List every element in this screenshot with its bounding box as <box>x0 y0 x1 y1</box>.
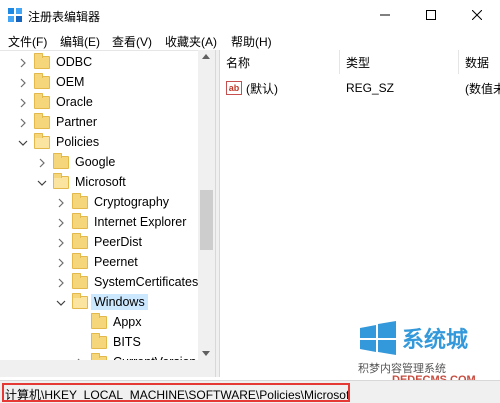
regedit-app-icon <box>8 8 22 22</box>
tree-vertical-scrollbar[interactable] <box>198 50 215 360</box>
value-row-name[interactable]: ab (默认) <box>226 78 336 98</box>
close-button[interactable] <box>454 0 500 30</box>
key-path-highlight: 计算机\HKEY_LOCAL_MACHINE\SOFTWARE\Policies… <box>2 383 350 402</box>
folder-icon <box>34 132 50 149</box>
chevron-right-icon[interactable] <box>56 257 66 268</box>
value-name: (默认) <box>246 81 278 96</box>
tree-item-label: Microsoft <box>75 175 126 189</box>
windows-logo-icon <box>360 321 396 355</box>
tree-item-label: OEM <box>56 75 85 89</box>
folder-icon <box>72 192 88 209</box>
folder-icon <box>53 152 69 169</box>
tree-item-label: SystemCertificates <box>94 275 199 289</box>
folder-icon <box>91 332 107 349</box>
tree-item[interactable]: ODBC <box>18 52 92 72</box>
chevron-right-icon[interactable] <box>56 277 66 288</box>
tree-item[interactable]: Microsoft <box>37 172 126 192</box>
registry-tree[interactable]: ODBC OEM Oracle Partner Policies Google Micros… <box>0 50 215 377</box>
tree-item[interactable]: Windows <box>56 292 148 312</box>
menu-edit[interactable]: 编辑(E) <box>60 33 100 50</box>
column-header-data[interactable]: 数据 <box>459 50 500 74</box>
tree-item[interactable]: Cryptography <box>56 192 169 212</box>
folder-icon <box>34 112 50 129</box>
folder-icon <box>72 272 88 289</box>
chevron-down-icon[interactable] <box>56 297 66 307</box>
watermark-logo: 系统城 积梦内容管理系统 DEDECMS.COM <box>352 300 500 390</box>
chevron-right-icon[interactable] <box>18 117 28 128</box>
scroll-down-icon[interactable] <box>202 351 210 356</box>
tree-item[interactable]: BITS <box>75 332 141 352</box>
menu-bar: 文件(F) 编辑(E) 查看(V) 收藏夹(A) 帮助(H) <box>0 30 500 50</box>
tree-item-label: Peernet <box>94 255 138 269</box>
value-type: REG_SZ <box>346 81 395 95</box>
folder-icon <box>72 252 88 269</box>
tree-horizontal-scrollbar[interactable] <box>0 360 215 377</box>
chevron-right-icon[interactable] <box>56 217 66 228</box>
tree-item-label: Partner <box>56 115 97 129</box>
chevron-right-icon[interactable] <box>37 157 47 168</box>
folder-icon <box>34 92 50 109</box>
string-value-icon: ab <box>226 81 242 95</box>
value-row-type: REG_SZ <box>346 78 456 98</box>
chevron-right-icon[interactable] <box>18 57 28 68</box>
folder-icon <box>72 292 88 309</box>
chevron-down-icon[interactable] <box>18 137 28 147</box>
column-header-type[interactable]: 类型 <box>340 50 459 74</box>
folder-icon <box>34 52 50 69</box>
tree-item[interactable]: Appx <box>75 312 142 332</box>
tree-item-label: Policies <box>56 135 100 149</box>
menu-favorites[interactable]: 收藏夹(A) <box>165 33 217 50</box>
tree-item[interactable]: SystemCertificates <box>56 272 198 292</box>
menu-view[interactable]: 查看(V) <box>112 33 152 50</box>
scroll-thumb[interactable] <box>200 190 213 250</box>
chevron-right-icon[interactable] <box>18 77 28 88</box>
tree-item[interactable]: OEM <box>18 72 84 92</box>
maximize-icon <box>426 10 436 20</box>
tree-item-label: Internet Explorer <box>94 215 187 229</box>
folder-icon <box>72 212 88 229</box>
menu-file[interactable]: 文件(F) <box>8 33 47 50</box>
tree-item[interactable]: PeerDist <box>56 232 142 252</box>
chevron-right-icon[interactable] <box>56 237 66 248</box>
key-path: 计算机\HKEY_LOCAL_MACHINE\SOFTWARE\Policies… <box>5 388 350 402</box>
folder-icon <box>72 232 88 249</box>
chevron-right-icon[interactable] <box>18 97 28 108</box>
folder-icon <box>91 312 107 329</box>
tree-item[interactable]: Peernet <box>56 252 138 272</box>
tree-item-label: Cryptography <box>94 195 170 209</box>
tree-item-label: BITS <box>113 335 141 349</box>
tree-item-label: PeerDist <box>94 235 142 249</box>
scroll-up-icon[interactable] <box>202 54 210 59</box>
tree-item[interactable]: Internet Explorer <box>56 212 186 232</box>
minimize-icon <box>380 14 390 16</box>
tree-item-label: Google <box>75 155 116 169</box>
close-icon <box>472 10 482 20</box>
tree-item-label: Appx <box>113 315 142 329</box>
tree-item-label: Windows <box>91 294 148 310</box>
minimize-button[interactable] <box>362 0 408 30</box>
chevron-right-icon[interactable] <box>56 197 66 208</box>
chevron-down-icon[interactable] <box>37 177 47 187</box>
tree-item[interactable]: Policies <box>18 132 99 152</box>
value-data: (数值未 <box>465 81 500 96</box>
status-bar: 计算机\HKEY_LOCAL_MACHINE\SOFTWARE\Policies… <box>0 380 500 403</box>
tree-item-label: ODBC <box>56 55 93 69</box>
window-title: 注册表编辑器 <box>28 10 101 24</box>
tree-item[interactable]: Google <box>37 152 115 172</box>
tree-item-label: Oracle <box>56 95 93 109</box>
watermark-brand: 系统城 <box>402 327 469 352</box>
column-header-name[interactable]: 名称 <box>220 50 340 74</box>
tree-item[interactable]: Oracle <box>18 92 93 112</box>
menu-help[interactable]: 帮助(H) <box>231 33 272 50</box>
folder-icon <box>53 172 69 189</box>
tree-item[interactable]: Partner <box>18 112 97 132</box>
title-bar: 注册表编辑器 <box>0 0 500 30</box>
folder-icon <box>34 72 50 89</box>
maximize-button[interactable] <box>408 0 454 30</box>
value-row-data: (数值未 <box>465 78 500 98</box>
